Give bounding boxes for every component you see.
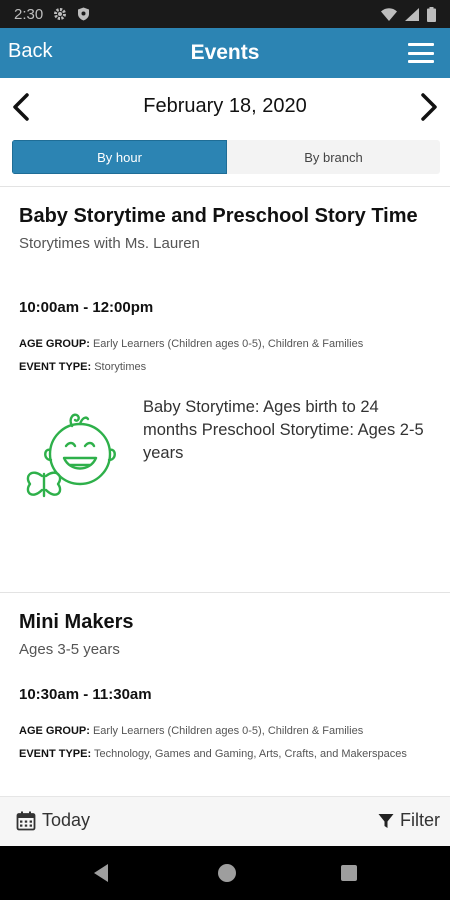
event-age-group: AGE GROUP: Early Learners (Children ages…	[19, 720, 439, 743]
age-group-value: Early Learners (Children ages 0-5), Chil…	[92, 725, 364, 737]
tab-by-branch[interactable]: By branch	[227, 140, 440, 174]
event-time: 10:00am - 12:00pm	[19, 299, 154, 316]
baby-storytime-illustration	[26, 413, 116, 498]
system-back-icon[interactable]	[92, 863, 110, 883]
gear-icon	[53, 7, 67, 21]
divider	[0, 592, 450, 593]
system-nav-bar	[0, 846, 450, 900]
event-description: Baby Storytime: Ages birth to 24 months …	[143, 398, 424, 462]
filter-label: Filter	[400, 810, 440, 830]
system-recents-icon[interactable]	[341, 865, 357, 881]
event-type-label: EVENT TYPE:	[19, 361, 92, 373]
event-type-value: Technology, Games and Gaming, Arts, Craf…	[93, 748, 407, 760]
filter-button[interactable]: Filter	[378, 810, 440, 831]
filter-icon	[378, 813, 394, 828]
event-type: EVENT TYPE: Storytimes	[19, 356, 439, 379]
system-home-icon[interactable]	[218, 864, 236, 882]
event-time: 10:30am - 11:30am	[19, 686, 152, 703]
current-date: February 18, 2020	[143, 94, 307, 117]
view-toggle: By hour By branch	[12, 140, 440, 174]
page-title: Events	[190, 41, 260, 64]
bottom-toolbar: Today Filter	[0, 796, 450, 846]
divider	[0, 186, 450, 187]
event-type-label: EVENT TYPE:	[19, 748, 92, 760]
signal-icon	[405, 7, 419, 21]
event-subtitle: Storytimes with Ms. Lauren	[19, 235, 200, 252]
event-type-value: Storytimes	[94, 361, 147, 373]
today-button[interactable]: Today	[16, 810, 90, 831]
age-group-label: AGE GROUP:	[19, 338, 90, 350]
event-title: Mini Makers	[19, 611, 134, 633]
back-button[interactable]: Back	[8, 40, 52, 63]
event-age-group: AGE GROUP: Early Learners (Children ages…	[19, 333, 439, 356]
event-subtitle: Ages 3-5 years	[19, 641, 120, 658]
event-type: EVENT TYPE: Technology, Games and Gaming…	[19, 743, 439, 766]
status-bar: 2:30	[0, 0, 450, 28]
calendar-icon	[16, 811, 36, 830]
chevron-right-icon[interactable]	[416, 92, 442, 122]
event-title: Baby Storytime and Preschool Story Time	[19, 205, 418, 227]
date-navigator: February 18, 2020	[0, 78, 450, 134]
tab-by-hour[interactable]: By hour	[12, 140, 227, 174]
today-label: Today	[42, 810, 91, 830]
age-group-value: Early Learners (Children ages 0-5), Chil…	[92, 338, 364, 350]
battery-icon	[427, 6, 436, 22]
status-time: 2:30	[14, 5, 44, 23]
shield-icon	[77, 7, 90, 21]
age-group-label: AGE GROUP:	[19, 725, 90, 737]
app-bar: Back Events	[0, 28, 450, 78]
chevron-left-icon[interactable]	[8, 92, 34, 122]
hamburger-menu-icon[interactable]	[408, 43, 434, 63]
wifi-icon	[381, 7, 397, 21]
